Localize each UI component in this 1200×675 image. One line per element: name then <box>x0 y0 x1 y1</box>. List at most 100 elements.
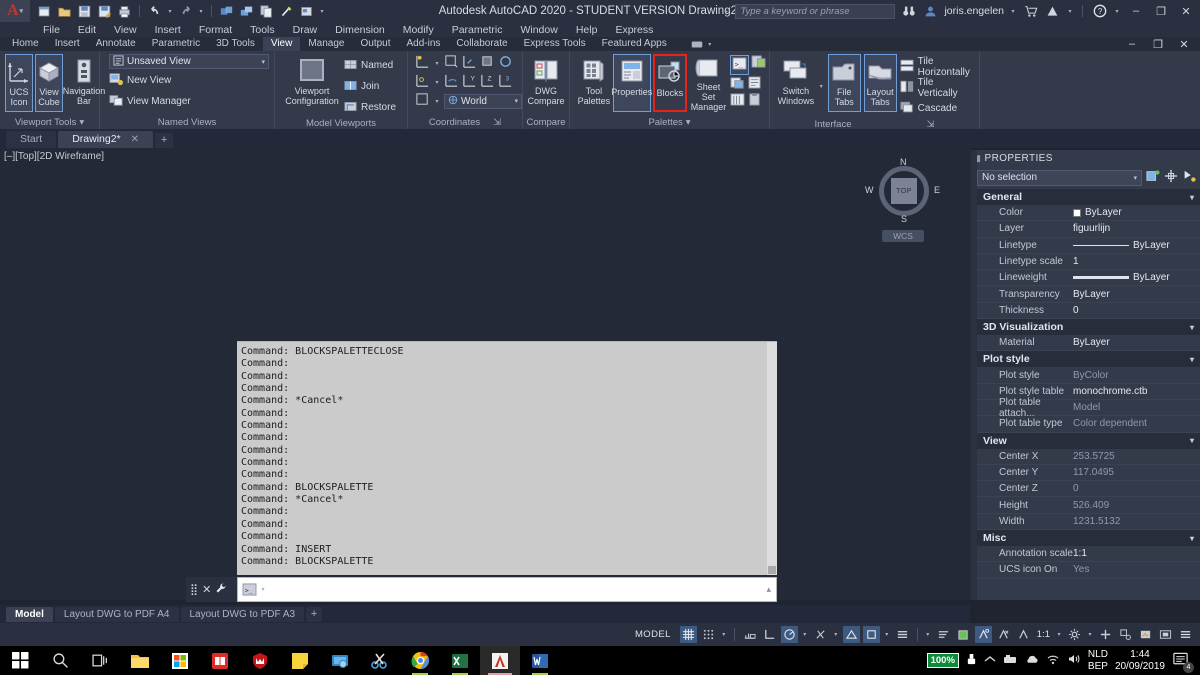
lineweight-toggle[interactable] <box>894 626 911 643</box>
property-value[interactable]: 1 <box>1073 256 1200 267</box>
isolate-objects-toggle[interactable] <box>955 626 972 643</box>
menu-dimension[interactable]: Dimension <box>326 24 394 36</box>
view-cube-west-label[interactable]: W <box>865 185 874 195</box>
tab-manage[interactable]: Manage <box>300 37 352 51</box>
tab-home[interactable]: Home <box>4 37 47 51</box>
onedrive-icon[interactable] <box>1024 654 1039 668</box>
view-cube-button[interactable]: View Cube <box>35 54 63 112</box>
viewport-label[interactable]: [–][Top][2D Wireframe] <box>4 151 104 162</box>
view-cube-south-label[interactable]: S <box>901 214 907 224</box>
named-viewports-button[interactable]: Named <box>344 56 396 75</box>
excel-icon[interactable] <box>440 646 480 675</box>
layout-tab-model[interactable]: Model <box>6 607 53 622</box>
tab-annotate[interactable]: Annotate <box>88 37 144 51</box>
chevron-down-icon[interactable]: ▾ <box>259 586 267 593</box>
annotation-visibility-toggle[interactable] <box>975 626 992 643</box>
property-value[interactable]: Yes <box>1073 564 1200 575</box>
menu-view[interactable]: View <box>105 24 146 36</box>
markup-set-icon[interactable] <box>747 76 762 92</box>
drag-handle-icon[interactable]: ⣿ <box>190 583 198 596</box>
start-button[interactable] <box>0 646 40 675</box>
panel-dialog-launcher-icon[interactable]: ⇲ <box>493 116 501 129</box>
chevron-down-icon[interactable]: ▾ <box>433 60 441 67</box>
cart-icon[interactable] <box>1022 3 1039 20</box>
viewport-configuration-button[interactable]: Viewport Configuration <box>284 54 340 112</box>
dwg-compare-button[interactable]: DWG Compare <box>526 54 566 112</box>
properties-section-general[interactable]: General ▾ <box>977 189 1200 205</box>
tab-express-tools[interactable]: Express Tools <box>516 37 594 51</box>
object-snap-tracking-toggle[interactable] <box>812 626 829 643</box>
mcafee-icon[interactable] <box>240 646 280 675</box>
menu-draw[interactable]: Draw <box>284 24 327 36</box>
palette-title-rail[interactable] <box>971 150 977 600</box>
select-objects-icon[interactable] <box>1164 169 1178 186</box>
model-space-button[interactable]: MODEL <box>629 627 677 643</box>
property-value[interactable]: ByLayer <box>1073 240 1200 251</box>
tray-expand-icon[interactable] <box>984 655 996 667</box>
ucs-icon-button[interactable]: UCS Icon <box>5 54 33 112</box>
ucs-face-icon[interactable] <box>480 54 495 72</box>
property-row-material[interactable]: Material ByLayer <box>977 335 1200 351</box>
battery-status-badge[interactable]: 100% <box>927 653 959 668</box>
property-value[interactable]: 253.5725 <box>1073 451 1200 462</box>
ribbon-minimize-icon[interactable]: ▾ <box>706 41 714 48</box>
grid-display-toggle[interactable] <box>680 626 697 643</box>
snap-dropdown-icon[interactable]: ▾ <box>720 631 728 638</box>
design-center-icon[interactable] <box>730 93 745 109</box>
annotation-scale-value[interactable]: 1:1 <box>1035 629 1052 640</box>
application-menu-button[interactable]: A▾ <box>0 0 30 22</box>
chevron-down-icon[interactable]: ▾ <box>818 83 825 90</box>
ucs-z-icon[interactable]: Z <box>480 73 495 91</box>
chrome-icon[interactable] <box>400 646 440 675</box>
copy-icon[interactable] <box>258 3 275 20</box>
minimize-button[interactable]: – <box>1126 5 1146 17</box>
close-button[interactable]: ✕ <box>1176 5 1196 18</box>
ucs-previous-icon[interactable] <box>462 54 477 72</box>
binoculars-icon[interactable] <box>900 3 917 20</box>
ucs-z-axis-icon[interactable]: 3 <box>498 73 513 91</box>
view-cube-north-label[interactable]: N <box>900 157 907 167</box>
panel-dropdown-icon[interactable]: ▾ <box>79 116 84 129</box>
switch-windows-button[interactable]: Switch Windows <box>777 54 815 112</box>
wifi-icon[interactable] <box>1046 653 1060 668</box>
property-value[interactable]: 0 <box>1073 483 1200 494</box>
property-row-plot-table-type[interactable]: Plot table type Color dependent <box>977 416 1200 432</box>
autocad-taskbar-icon[interactable] <box>480 646 520 675</box>
tab-add-ins[interactable]: Add-ins <box>399 37 449 51</box>
chevron-down-icon[interactable]: ▾ <box>1190 323 1194 332</box>
property-row-width[interactable]: Width 1231.5132 <box>977 514 1200 530</box>
properties-palette-button[interactable]: Properties <box>613 54 651 112</box>
menu-insert[interactable]: Insert <box>146 24 190 36</box>
tab-collaborate[interactable]: Collaborate <box>448 37 515 51</box>
blocks-palette-button[interactable]: Blocks <box>653 54 687 112</box>
restore-viewports-button[interactable]: Restore <box>344 98 396 117</box>
power-plug-icon[interactable] <box>966 653 977 669</box>
redo-icon[interactable] <box>177 3 194 20</box>
command-history-scrollbar[interactable] <box>767 342 777 575</box>
named-view-combo[interactable]: Unsaved View ▾ <box>109 54 269 69</box>
chevron-down-icon[interactable]: ▾ <box>1190 355 1194 364</box>
help-icon[interactable]: ? <box>1091 3 1108 20</box>
ortho-mode-toggle[interactable] <box>761 626 778 643</box>
layout-tab-a3[interactable]: Layout DWG to PDF A3 <box>181 607 305 622</box>
menu-help[interactable]: Help <box>567 24 607 36</box>
property-row-linetype[interactable]: Linetype ByLayer <box>977 238 1200 254</box>
sticky-notes-icon[interactable] <box>280 646 320 675</box>
tab-view[interactable]: View <box>263 37 301 51</box>
property-row-lineweight[interactable]: Lineweight ByLayer <box>977 270 1200 286</box>
property-value[interactable]: ByLayer <box>1073 207 1200 218</box>
tab-featured-apps[interactable]: Featured Apps <box>594 37 675 51</box>
chevron-down-icon[interactable]: ▾ <box>1133 174 1137 182</box>
annotation-scale-icon[interactable] <box>1015 626 1032 643</box>
command-history[interactable]: Command: BLOCKSPALETTECLOSE Command: Com… <box>237 341 777 575</box>
reader-app-icon[interactable] <box>200 646 240 675</box>
file-tabs-button[interactable]: File Tabs <box>828 54 861 112</box>
layer-tools-icon[interactable] <box>238 3 255 20</box>
menu-tools[interactable]: Tools <box>241 24 284 36</box>
tab-parametric[interactable]: Parametric <box>144 37 208 51</box>
polar-dropdown-icon[interactable]: ▾ <box>801 631 809 638</box>
tab-3d-tools[interactable]: 3D Tools <box>208 37 263 51</box>
workspace-switching-icon[interactable] <box>1066 626 1083 643</box>
chevron-down-icon[interactable]: ▾ <box>1190 193 1194 202</box>
cascade-button[interactable]: Cascade <box>900 99 976 118</box>
